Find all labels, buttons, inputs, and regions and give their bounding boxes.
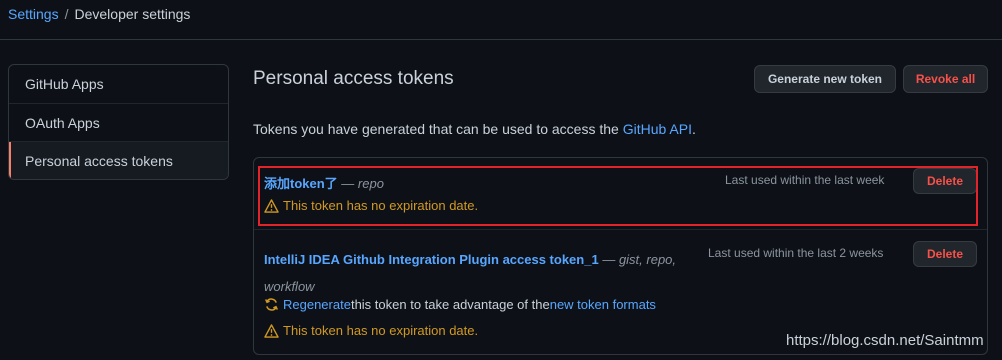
alert-triangle-icon [264, 323, 279, 338]
sync-icon [265, 298, 278, 311]
new-token-formats-link[interactable]: new token formats [550, 297, 656, 312]
token-2-delete-button[interactable]: Delete [913, 241, 977, 267]
sidebar-item-personal-access-tokens[interactable]: Personal access tokens [9, 141, 228, 179]
breadcrumb: Settings / Developer settings [0, 0, 1002, 40]
token-2-regenerate-notice: Regenerate this token to take advantage … [264, 297, 656, 312]
revoke-all-button[interactable]: Revoke all [903, 65, 988, 93]
settings-sidebar: GitHub Apps OAuth Apps Personal access t… [8, 64, 229, 180]
token-2-scopes-continued: workflow [264, 279, 315, 294]
sidebar-item-oauth-apps[interactable]: OAuth Apps [9, 103, 228, 141]
token-2-scopes: gist, repo, [618, 252, 677, 267]
generate-new-token-button[interactable]: Generate new token [754, 65, 896, 93]
breadcrumb-settings-link[interactable]: Settings [8, 6, 59, 22]
token-2-header: IntelliJ IDEA Github Integration Plugin … [264, 246, 694, 300]
watermark: https://blog.csdn.net/Saintmm [786, 332, 984, 349]
token-2-last-used: Last used within the last 2 weeks [708, 246, 884, 260]
token-2-warning-text: This token has no expiration date. [283, 323, 479, 338]
token-divider [254, 229, 987, 230]
sidebar-item-github-apps[interactable]: GitHub Apps [9, 65, 228, 103]
page-title: Personal access tokens [253, 68, 454, 89]
token-2-name[interactable]: IntelliJ IDEA Github Integration Plugin … [264, 252, 599, 267]
token-2-expiration-warning: This token has no expiration date. [264, 323, 478, 338]
description-period: . [691, 121, 696, 137]
breadcrumb-separator: / [64, 5, 69, 22]
regenerate-text: this token to take advantage of the [350, 297, 550, 312]
description-text: Tokens you have generated that can be us… [253, 121, 623, 137]
regenerate-link[interactable]: Regenerate [283, 297, 351, 312]
highlight-box [258, 166, 978, 226]
tokens-description: Tokens you have generated that can be us… [253, 121, 696, 137]
github-api-link[interactable]: GitHub API [623, 121, 692, 137]
breadcrumb-current: Developer settings [74, 5, 191, 22]
token-2-dash: — [598, 252, 619, 267]
